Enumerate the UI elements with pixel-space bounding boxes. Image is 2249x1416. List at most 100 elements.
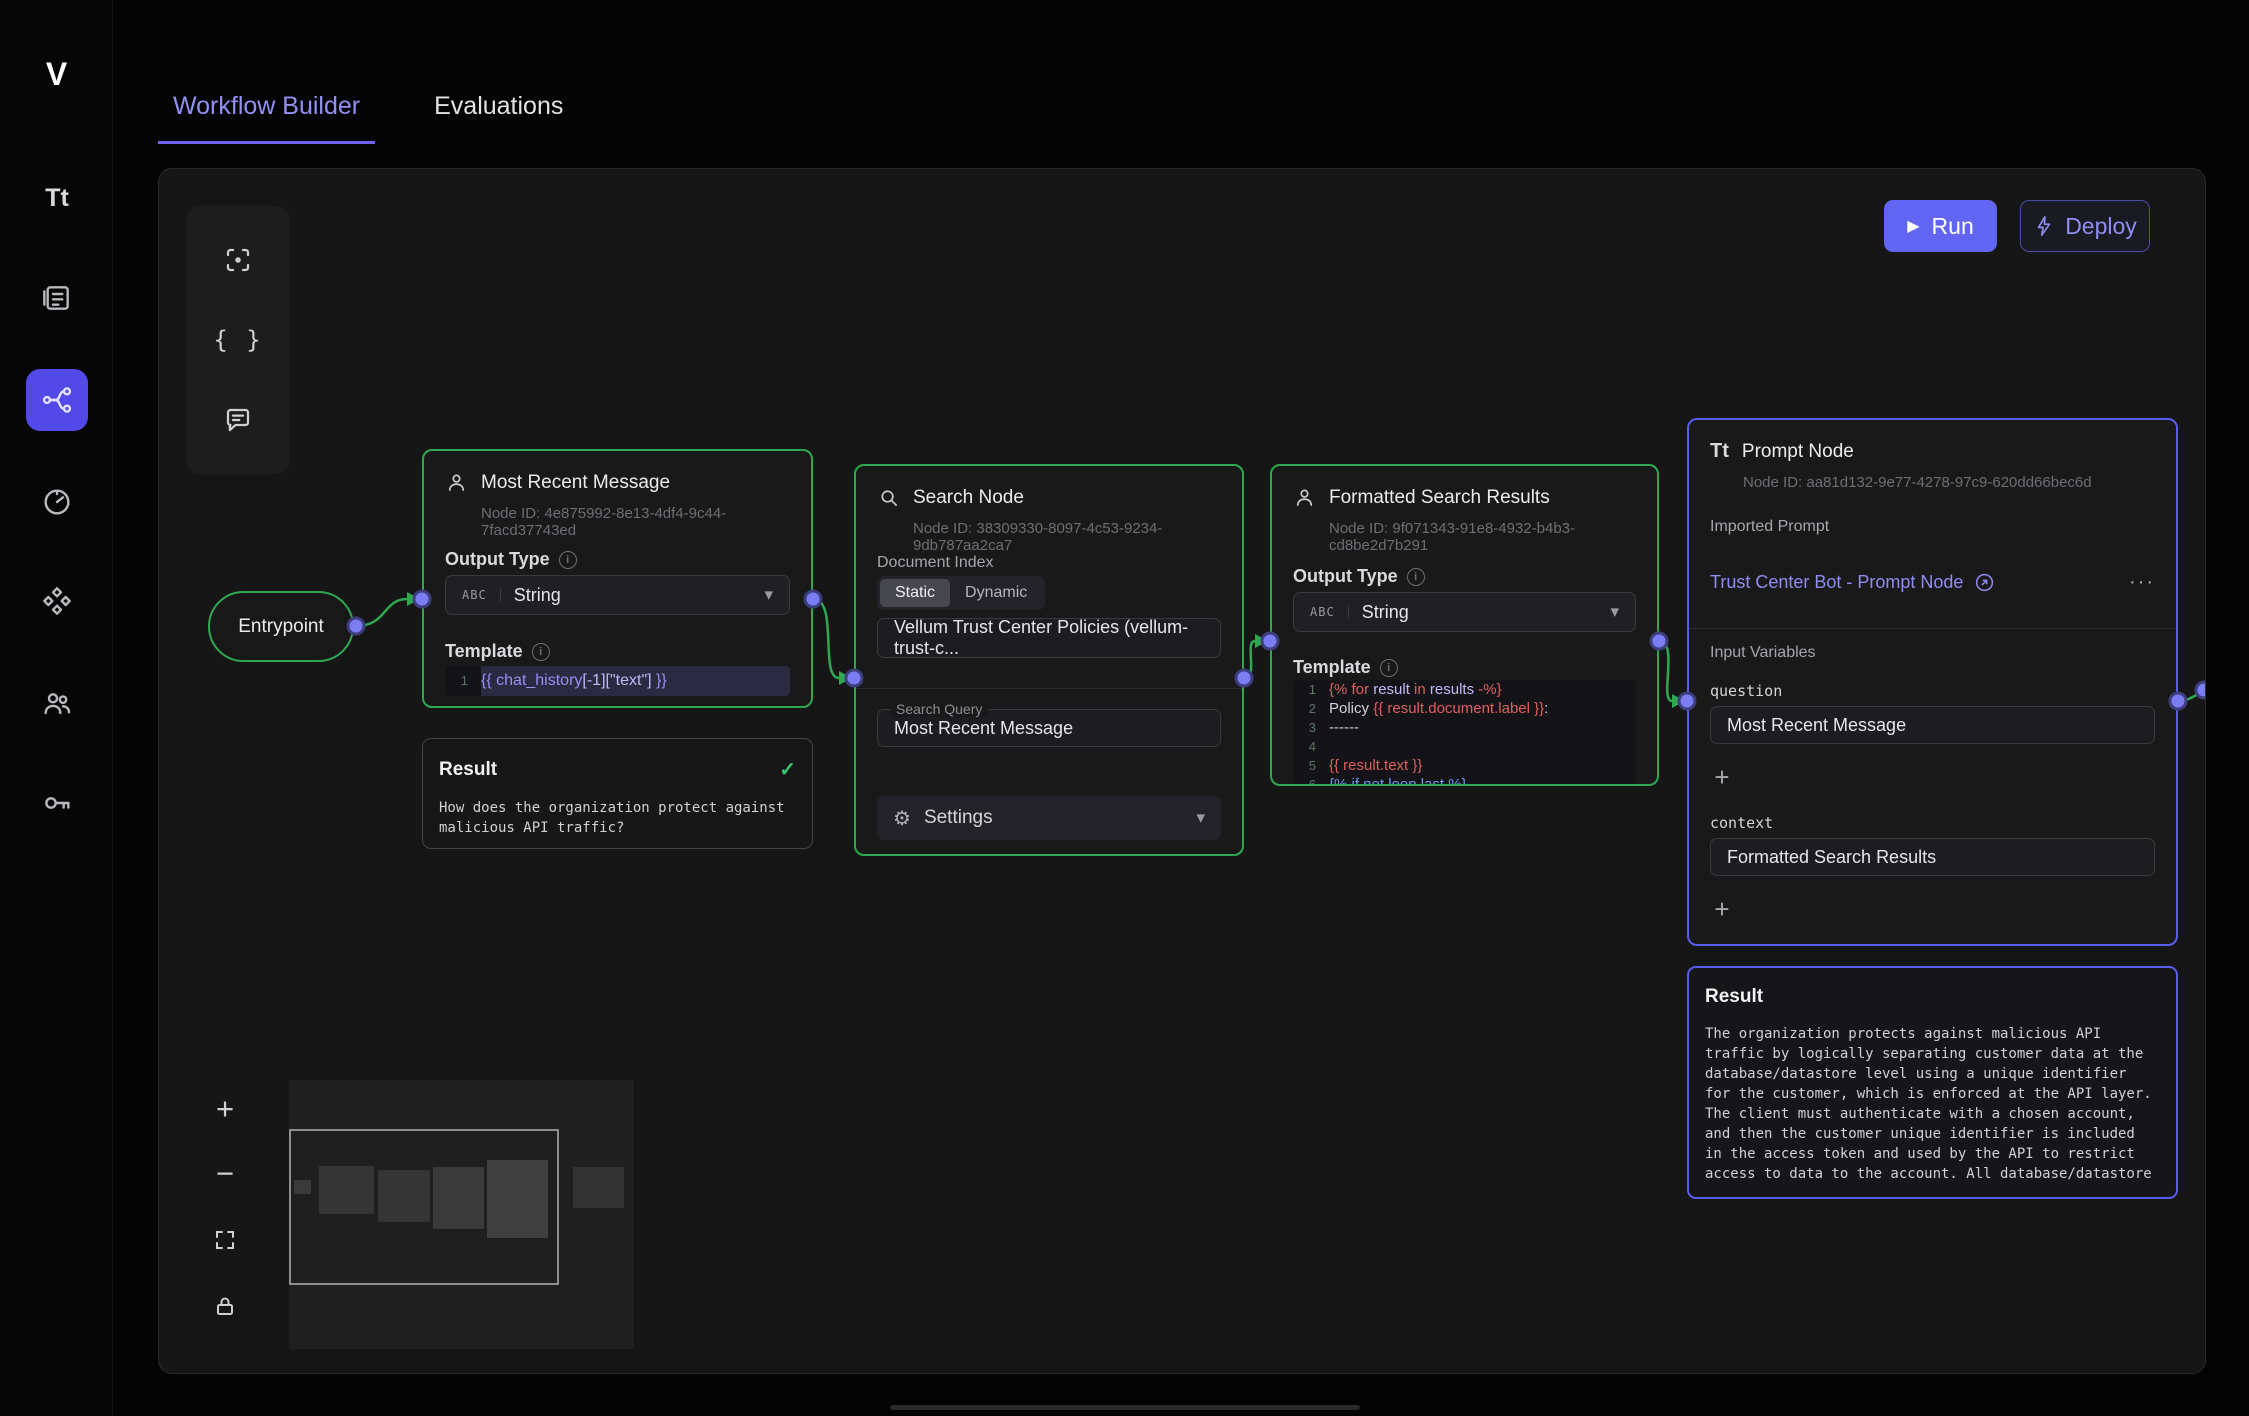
sidebar-item-documents[interactable] [26, 267, 88, 329]
node-id: Node ID: 38309330-8097-4c53-9234-9db787a… [913, 520, 1242, 554]
open-external-icon[interactable] [1974, 572, 1995, 593]
sidebar-item-api-keys[interactable] [26, 772, 88, 834]
variable-question-input[interactable]: Most Recent Message [1710, 706, 2155, 744]
sidebar-item-prompts[interactable]: Tt [26, 167, 88, 229]
person-icon [1293, 486, 1316, 509]
output-type-select[interactable]: ABC String ▾ [1293, 592, 1636, 632]
settings-accordion[interactable]: ⚙ Settings ▾ [877, 796, 1221, 840]
arrowhead [1672, 694, 1685, 708]
sidebar-item-users[interactable] [26, 672, 88, 734]
code-line: 1{% for result in results -%} [1293, 680, 1636, 699]
prompt-link[interactable]: Trust Center Bot - Prompt Node [1710, 572, 1963, 593]
add-variable-value-button[interactable]: + [1705, 892, 1739, 926]
document-index-input[interactable]: Vellum Trust Center Policies (vellum-tru… [877, 618, 1221, 658]
code-line: 6{% if not loop.last %} [1293, 775, 1636, 784]
port-dot [2196, 682, 2206, 698]
lock-button[interactable] [205, 1286, 245, 1326]
users-icon [41, 687, 73, 719]
node-id: Node ID: 9f071343-91e8-4932-b4b3-cd8be2d… [1329, 520, 1657, 554]
minimap-node [433, 1167, 484, 1229]
sidebar-item-modules[interactable] [26, 570, 88, 632]
plus-icon: + [1714, 894, 1729, 925]
sidebar-item-workflows[interactable] [26, 369, 88, 431]
minimap-node [487, 1160, 548, 1238]
node-search[interactable]: Search Node Node ID: 38309330-8097-4c53-… [854, 464, 1244, 856]
chat-tool-button[interactable] [212, 394, 264, 446]
output-type-label: Output Type i [1293, 566, 1425, 587]
info-icon: i [1407, 568, 1425, 586]
template-editor[interactable]: 1{% for result in results -%}2Policy {{ … [1293, 680, 1636, 784]
fit-view-button[interactable] [205, 1220, 245, 1260]
check-icon: ✓ [779, 757, 796, 782]
deploy-button[interactable]: Deploy [2020, 200, 2150, 252]
template-label: Template i [445, 641, 550, 662]
minimap-node [378, 1170, 430, 1222]
code-line: 3------ [1293, 718, 1636, 737]
gauge-icon [41, 486, 73, 518]
more-menu-icon[interactable]: ··· [2129, 571, 2155, 594]
index-mode-toggle: Static Dynamic [877, 576, 1045, 610]
output-type-select[interactable]: ABC String ▾ [445, 575, 790, 615]
search-query-input[interactable]: Search Query Most Recent Message [877, 709, 1221, 747]
arrowhead [407, 592, 420, 606]
entrypoint-label: Entrypoint [238, 616, 324, 638]
chevron-down-icon: ▾ [1196, 808, 1205, 828]
info-icon: i [559, 551, 577, 569]
plus-icon: + [1714, 762, 1729, 793]
code-line: 1{{ chat_history[-1]["text"] }} [445, 666, 790, 696]
imported-prompt-label: Imported Prompt [1710, 518, 1829, 536]
tab-evaluations[interactable]: Evaluations [419, 86, 578, 144]
search-icon [877, 486, 900, 509]
output-type-label: Output Type i [445, 549, 577, 570]
minimap-node [294, 1180, 311, 1194]
home-indicator [890, 1405, 1360, 1410]
node-header: Most Recent Message [445, 471, 790, 494]
sidebar: V Tt [0, 0, 113, 1416]
node-most-recent-message[interactable]: Most Recent Message Node ID: 4e875992-8e… [422, 449, 813, 708]
top-tabs: Workflow Builder Evaluations [158, 86, 578, 144]
result-box-prompt: Result The organization protects against… [1687, 966, 2178, 1199]
minus-icon: − [216, 1156, 234, 1192]
node-id: Node ID: 4e875992-8e13-4df4-9c44-7facd37… [481, 505, 811, 539]
focus-tool-button[interactable] [212, 234, 264, 286]
run-button[interactable]: ▶ Run [1884, 200, 1997, 252]
lock-icon [213, 1294, 237, 1318]
arrowhead [839, 671, 852, 685]
tab-workflow-builder[interactable]: Workflow Builder [158, 86, 375, 144]
code-line: 5{{ result.text }} [1293, 756, 1636, 775]
imported-prompt-row: Trust Center Bot - Prompt Node ··· [1710, 560, 2155, 604]
node-title: Most Recent Message [481, 472, 670, 494]
template-editor[interactable]: 1{{ chat_history[-1]["text"] }} [445, 666, 790, 696]
workflow-canvas[interactable]: { } ▶ Run Deploy Entrypoint Most Recent … [158, 168, 2206, 1374]
string-type-icon: ABC [1310, 605, 1349, 619]
variable-context-input[interactable]: Formatted Search Results [1710, 838, 2155, 876]
minimap[interactable] [289, 1080, 634, 1349]
input-variables-label: Input Variables [1710, 644, 1816, 662]
gear-icon: ⚙ [893, 806, 911, 831]
string-type-icon: ABC [462, 588, 501, 602]
edge-prompt-to-output [2178, 691, 2204, 701]
info-icon: i [532, 643, 550, 661]
edge-search-to-formatted [1244, 641, 1255, 678]
zoom-in-button[interactable]: + [205, 1089, 245, 1129]
key-icon [41, 787, 73, 819]
vellum-logo: V [0, 56, 113, 93]
variable-name-question: question [1710, 682, 1782, 700]
variable-name-context: context [1710, 814, 1773, 832]
entrypoint-node[interactable]: Entrypoint [208, 591, 354, 662]
node-formatted-search-results[interactable]: Formatted Search Results Node ID: 9f0713… [1270, 464, 1659, 786]
toggle-static[interactable]: Static [880, 579, 950, 607]
code-tool-button[interactable]: { } [212, 314, 264, 366]
add-variable-value-button[interactable]: + [1705, 760, 1739, 794]
divider [856, 688, 1242, 689]
node-title: Search Node [913, 487, 1024, 509]
toggle-dynamic[interactable]: Dynamic [950, 579, 1042, 607]
template-label: Template i [1293, 657, 1398, 678]
result-box-most-recent-message: Result ✓ How does the organization prote… [422, 738, 813, 849]
zoom-out-button[interactable]: − [205, 1154, 245, 1194]
node-title: Prompt Node [1742, 441, 1854, 463]
result-title: Result [439, 759, 497, 781]
sidebar-item-evaluations[interactable] [26, 471, 88, 533]
braces-icon: { } [213, 326, 262, 354]
node-prompt[interactable]: Tt Prompt Node Node ID: aa81d132-9e77-42… [1687, 418, 2178, 946]
